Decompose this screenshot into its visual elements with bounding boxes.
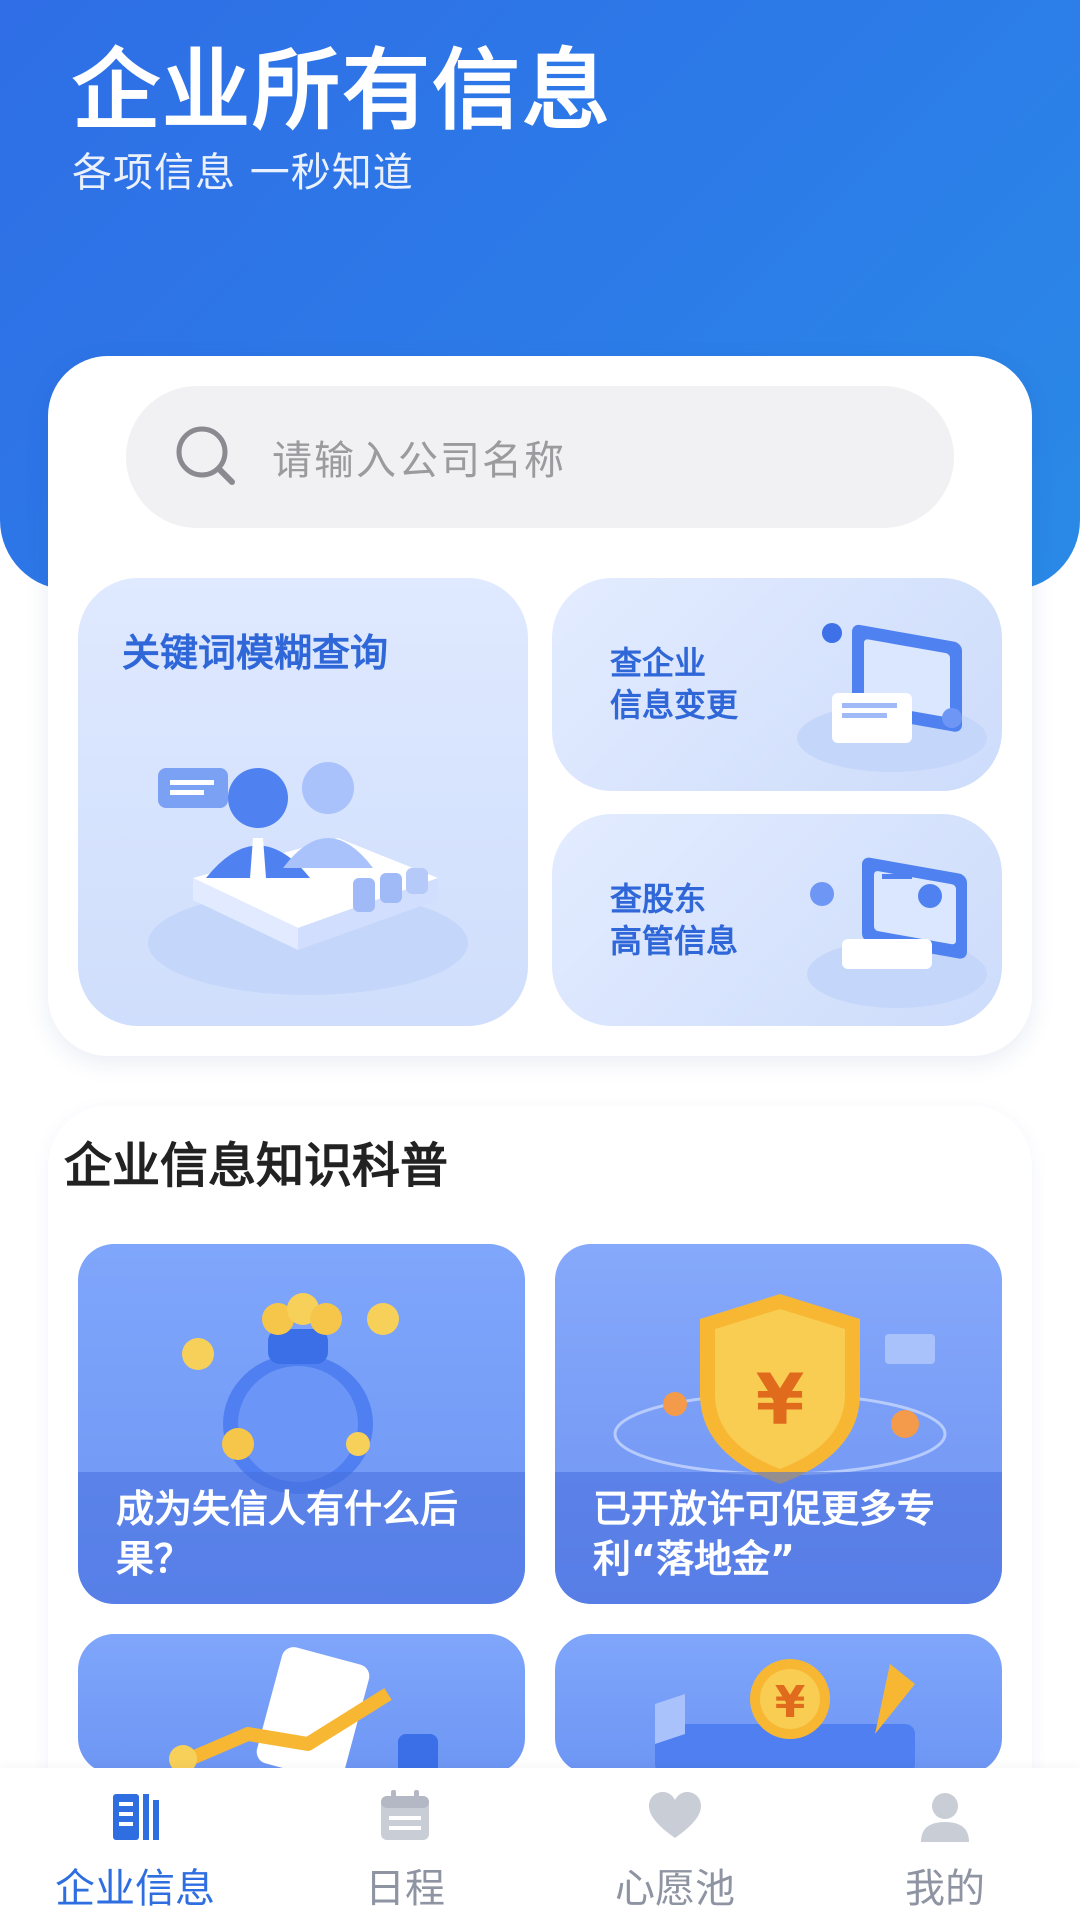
- article-card[interactable]: ¥: [555, 1634, 1002, 1774]
- feature-shareholder-line2: 高管信息: [610, 922, 739, 960]
- tab-label: 我的: [905, 1866, 985, 1912]
- tab-mine[interactable]: 我的: [810, 1768, 1080, 1920]
- heart-icon: [649, 1792, 701, 1838]
- article-title: 已开放许可促更多专利“落地金”: [593, 1487, 936, 1581]
- article-title: 成为失信人有什么后果？: [116, 1487, 459, 1581]
- feature-info-change-line2: 信息变更: [610, 686, 739, 724]
- article-caption: 成为失信人有什么后果？: [78, 1472, 525, 1604]
- certificate-illustration-icon: [807, 857, 987, 1008]
- search-bar[interactable]: 请输入公司名称: [126, 386, 954, 528]
- feature-info-change-label: 查企业 信息变更: [610, 642, 810, 726]
- article-card[interactable]: ¥ 已开放许可促更多专利“落地金”: [555, 1244, 1002, 1604]
- article-card[interactable]: 成为失信人有什么后果？: [78, 1244, 525, 1604]
- hero-subtitle: 各项信息 一秒知道: [72, 150, 414, 196]
- bottom-tab-bar: 企业信息 日程 心愿池 我的: [0, 1768, 1080, 1920]
- user-icon: [921, 1793, 969, 1842]
- article-caption: 已开放许可促更多专利“落地金”: [555, 1472, 1002, 1604]
- tab-enterprise-info[interactable]: 企业信息: [0, 1768, 270, 1920]
- growth-chart-illustration-icon: [169, 1647, 438, 1774]
- feature-shareholder-label: 查股东 高管信息: [610, 878, 810, 962]
- feature-fuzzy-search[interactable]: 关键词模糊查询: [78, 578, 528, 1026]
- feature-fuzzy-search-label: 关键词模糊查询: [122, 631, 389, 675]
- search-icon: [176, 426, 235, 485]
- building-icon: [113, 1794, 159, 1840]
- yuan-coin-illustration-icon: ¥: [655, 1659, 915, 1774]
- money-bag-illustration-icon: [182, 1293, 399, 1494]
- hero-title: 企业所有信息: [72, 39, 613, 142]
- shield-yuan-illustration-icon: ¥: [613, 1294, 947, 1484]
- svg-text:¥: ¥: [775, 1677, 806, 1728]
- article-card[interactable]: [78, 1634, 525, 1774]
- tab-wish-pool[interactable]: 心愿池: [540, 1768, 810, 1920]
- svg-text:¥: ¥: [756, 1359, 805, 1441]
- feature-info-change-line1: 查企业: [610, 644, 707, 682]
- feature-shareholder[interactable]: 查股东 高管信息: [552, 814, 1002, 1026]
- feature-info-change[interactable]: 查企业 信息变更: [552, 578, 1002, 791]
- app-screen: 企业所有信息 各项信息 一秒知道 请输入公司名称 关键词模糊查询 查企业 信息变…: [0, 0, 1080, 1920]
- calendar-icon: [381, 1790, 429, 1840]
- people-illustration-icon: [148, 762, 468, 995]
- tab-label: 心愿池: [615, 1866, 735, 1912]
- knowledge-title: 企业信息知识科普: [64, 1138, 449, 1194]
- document-change-illustration-icon: [797, 623, 987, 772]
- feature-shareholder-line1: 查股东: [610, 880, 707, 918]
- query-card: 请输入公司名称 关键词模糊查询 查企业 信息变更 查股东 高管信息: [48, 356, 1032, 1056]
- search-input[interactable]: 请输入公司名称: [272, 428, 566, 486]
- tab-label: 日程: [365, 1866, 445, 1912]
- tab-schedule[interactable]: 日程: [270, 1768, 540, 1920]
- tab-label: 企业信息: [55, 1866, 215, 1912]
